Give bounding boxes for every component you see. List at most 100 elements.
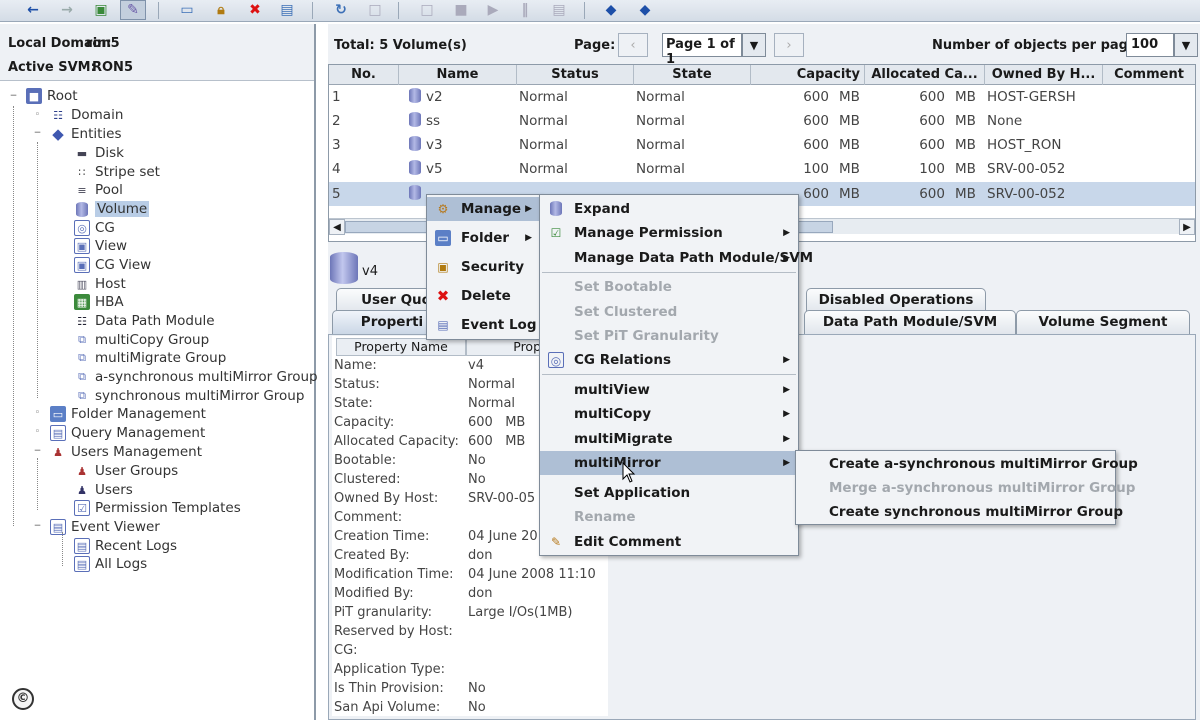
blank-icon[interactable]: □ [362, 0, 388, 20]
menu-multimirror[interactable]: multiMirror ▶ [540, 451, 798, 475]
edit-icon[interactable]: ✎ [120, 0, 146, 20]
menu-manage-permission[interactable]: ☑ Manage Permission ▶ [540, 221, 798, 245]
print-icon[interactable]: ▤ [546, 0, 572, 20]
menu-manage-dpm[interactable]: Manage Data Path Module/SVM ▶ [540, 246, 813, 270]
forward-icon[interactable]: → [54, 0, 80, 20]
tree-users[interactable]: ♟ Users [74, 481, 133, 499]
tree-cg[interactable]: ◎ CG [74, 219, 115, 237]
event-viewer-expander[interactable]: − [33, 522, 42, 531]
next-page-button[interactable]: › [774, 33, 804, 57]
menu-multicopy[interactable]: multiCopy ▶ [540, 402, 798, 426]
menu-multiview[interactable]: multiView ▶ [540, 378, 798, 402]
tree-domain[interactable]: ☷ Domain [50, 106, 123, 124]
tree-async-mirror-group[interactable]: ⧉ a-synchronous multiMirror Group [74, 368, 318, 386]
entities-expander[interactable]: − [33, 129, 42, 138]
col-status[interactable]: Status [517, 65, 634, 85]
menu-set-clustered[interactable]: Set Clustered [540, 300, 798, 324]
col-state[interactable]: State [634, 65, 751, 85]
menu-expand[interactable]: Expand [540, 197, 798, 221]
cell-owner: SRV-00-052 [987, 186, 1066, 202]
tab-data-path-module[interactable]: Data Path Module/SVM [804, 310, 1016, 334]
col-allocated[interactable]: Allocated Ca... [865, 65, 985, 85]
objects-per-page-dropdown[interactable]: ▼ [1174, 33, 1198, 57]
table-row[interactable]: 1 v2 Normal Normal 600 MB 600 MB HOST-GE… [329, 85, 1195, 109]
tree-hba[interactable]: ▦ HBA [74, 293, 124, 311]
tree-sync-mirror-group[interactable]: ⧉ synchronous multiMirror Group [74, 387, 304, 405]
menu-create-async-mirror[interactable]: Create a-synchronous multiMirror Group [796, 452, 1138, 476]
domain-expander[interactable]: ◦ [33, 111, 42, 120]
tree-root[interactable]: ■ Root [26, 87, 78, 105]
col-name[interactable]: Name [399, 65, 517, 85]
menu-merge-async-mirror[interactable]: Merge a-synchronous multiMirror Group [796, 476, 1135, 500]
tree-disk[interactable]: ▬ Disk [74, 144, 124, 162]
pause-icon[interactable]: ‖ [512, 0, 538, 20]
prev-page-button[interactable]: ‹ [618, 33, 648, 57]
export-icon[interactable]: ▣ [88, 0, 114, 20]
tree-permission-templates[interactable]: ☑ Permission Templates [74, 499, 241, 517]
paste-icon[interactable]: ▤ [274, 0, 300, 20]
col-capacity[interactable]: Capacity [751, 65, 865, 85]
cg-icon: ◎ [548, 352, 564, 368]
users-mgmt-expander[interactable]: − [33, 447, 42, 456]
table-row[interactable]: 4 v5 Normal Normal 100 MB 100 MB SRV-00-… [329, 157, 1195, 181]
root-expander[interactable]: − [9, 92, 18, 101]
col-no[interactable]: No. [329, 65, 399, 85]
tree-data-path-module[interactable]: ☷ Data Path Module [74, 312, 215, 330]
info-icon[interactable]: ◆ [632, 0, 658, 20]
tree-entities[interactable]: ◆ Entities [50, 125, 121, 143]
col-owner[interactable]: Owned By H... [985, 65, 1103, 85]
tab-disabled-operations[interactable]: Disabled Operations [806, 288, 986, 312]
menu-delete[interactable]: ✖ Delete [427, 284, 540, 308]
menu-rename[interactable]: Rename [540, 505, 798, 529]
tree-users-management[interactable]: ♟ Users Management [50, 443, 202, 461]
page-dropdown-button[interactable]: ▼ [742, 33, 766, 57]
menu-cg-relations[interactable]: ◎ CG Relations ▶ [540, 348, 798, 372]
table-row[interactable]: 2 ss Normal Normal 600 MB 600 MB None [329, 109, 1195, 133]
tab-volume-segment[interactable]: Volume Segment [1016, 310, 1190, 334]
menu-set-application[interactable]: Set Application [540, 481, 798, 505]
tree-event-viewer[interactable]: ▤ Event Viewer [50, 518, 160, 536]
tree-cg-view[interactable]: ▣ CG View [74, 256, 151, 274]
play-icon[interactable]: ▶ [480, 0, 506, 20]
tree-host[interactable]: ▥ Host [74, 275, 126, 293]
tree-view[interactable]: ▣ View [74, 237, 127, 255]
tree-pool[interactable]: ≡ Pool [74, 181, 123, 199]
scroll-left-icon[interactable]: ◀ [329, 219, 345, 235]
menu-folder[interactable]: ▭ Folder ▶ [427, 226, 540, 250]
menu-event-log[interactable]: ▤ Event Log [427, 313, 540, 337]
cell-owner: None [987, 113, 1023, 129]
menu-set-pit[interactable]: Set PiT Granularity [540, 324, 798, 348]
tree-all-logs[interactable]: ▤ All Logs [74, 555, 147, 573]
menu-manage[interactable]: ⚙ Manage ▶ [427, 197, 540, 221]
tree-folder-management[interactable]: ▭ Folder Management [50, 405, 206, 423]
scroll-right-icon[interactable]: ▶ [1179, 219, 1195, 235]
tree-query-management[interactable]: ▤ Query Management [50, 424, 205, 442]
window-icon[interactable]: ▭ [174, 0, 200, 20]
refresh-icon[interactable]: ↻ [328, 0, 354, 20]
menu-edit-comment[interactable]: ✎ Edit Comment [540, 530, 798, 554]
objects-per-page-select[interactable]: 100 [1126, 33, 1174, 57]
tree-multimigrate-group[interactable]: ⧉ multiMigrate Group [74, 349, 226, 367]
lock-icon[interactable]: 🔒︎ [208, 0, 234, 20]
folder-mgmt-expander[interactable]: ◦ [33, 409, 42, 418]
tree-recent-logs[interactable]: ▤ Recent Logs [74, 537, 177, 555]
tree-user-groups[interactable]: ♟ User Groups [74, 462, 178, 480]
menu-security[interactable]: ▣ Security [427, 255, 540, 279]
table-row[interactable]: 3 v3 Normal Normal 600 MB 600 MB HOST_RO… [329, 133, 1195, 157]
tree-volume[interactable]: Volume [74, 200, 150, 218]
menu-create-sync-mirror[interactable]: Create synchronous multiMirror Group [796, 500, 1123, 524]
stop-icon[interactable]: ■ [448, 0, 474, 20]
cell-allocated: 600 [919, 89, 945, 105]
tree-stripe-set[interactable]: ∷ Stripe set [74, 163, 160, 181]
back-icon[interactable]: ← [20, 0, 46, 20]
menu-multimigrate[interactable]: multiMigrate ▶ [540, 427, 798, 451]
help-icon[interactable]: ◆ [598, 0, 624, 20]
prop-name-header[interactable]: Property Name [336, 338, 466, 356]
tree-multicopy-group[interactable]: ⧉ multiCopy Group [74, 331, 209, 349]
query-mgmt-expander[interactable]: ◦ [33, 428, 42, 437]
doc-icon[interactable]: □ [414, 0, 440, 20]
menu-set-bootable[interactable]: Set Bootable [540, 275, 798, 299]
page-select[interactable]: Page 1 of 1 [662, 33, 742, 67]
delete-icon[interactable]: ✖ [242, 0, 268, 20]
col-comment[interactable]: Comment [1103, 65, 1195, 85]
